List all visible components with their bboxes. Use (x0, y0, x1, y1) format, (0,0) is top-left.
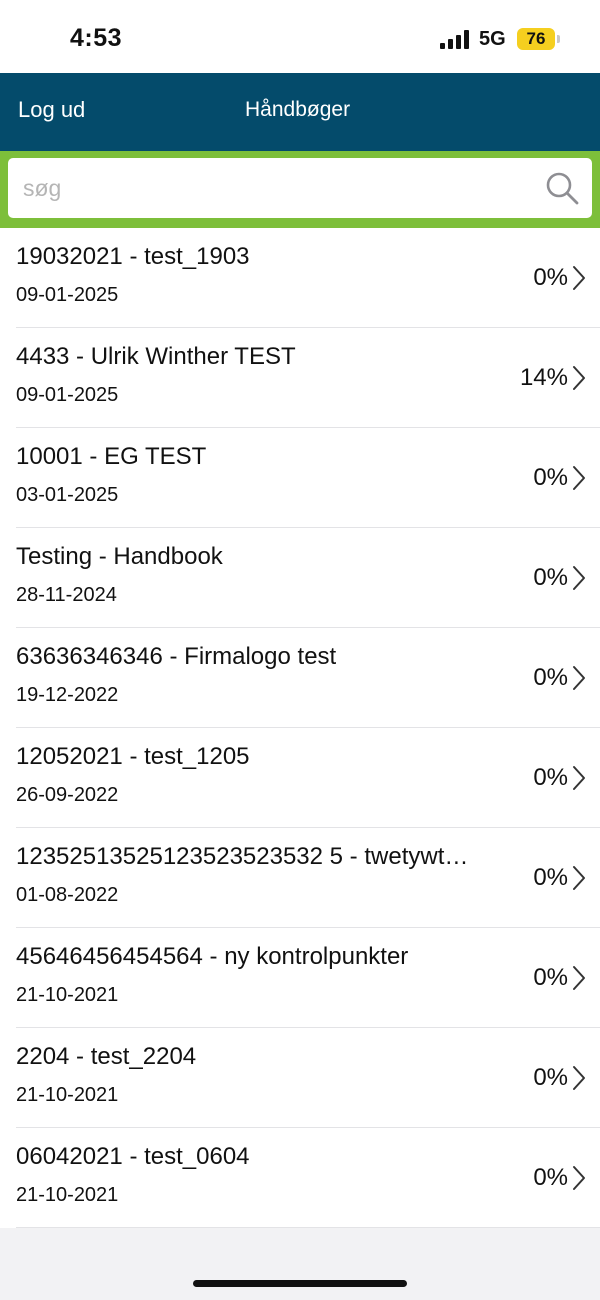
handbook-list-item[interactable]: 2204 - test_2204 21-10-2021 0% (0, 1028, 600, 1128)
chevron-right-icon (573, 466, 585, 490)
search-box (8, 158, 592, 218)
chevron-right-icon (573, 1166, 585, 1190)
handbook-progress: 0% (533, 464, 568, 491)
handbook-title: 10001 - EG TEST (16, 443, 207, 470)
handbook-progress: 0% (533, 1064, 568, 1091)
handbook-list-item[interactable]: 12052021 - test_1205 26-09-2022 0% (0, 728, 600, 828)
network-type-label: 5G (479, 28, 506, 50)
home-indicator[interactable] (193, 1280, 407, 1287)
search-input[interactable] (23, 158, 523, 218)
handbook-list-item[interactable]: Testing - Handbook 28-11-2024 0% (0, 528, 600, 628)
handbook-list-item[interactable]: 4433 - Ulrik Winther TEST 09-01-2025 14% (0, 328, 600, 428)
chevron-right-icon (573, 566, 585, 590)
chevron-right-icon (573, 766, 585, 790)
handbook-title: Testing - Handbook (16, 543, 223, 570)
handbook-date: 28-11-2024 (16, 584, 117, 606)
handbook-title: 4433 - Ulrik Winther TEST (16, 343, 296, 370)
handbook-progress: 0% (533, 664, 568, 691)
handbook-title: 12052021 - test_1205 (16, 743, 250, 770)
handbook-date: 03-01-2025 (16, 484, 119, 506)
status-bar: 4:53 5G 76 (0, 0, 600, 73)
handbook-title: 2204 - test_2204 (16, 1043, 197, 1070)
battery-tip (557, 35, 560, 43)
chevron-right-icon (573, 366, 585, 390)
app-screen: 4:53 5G 76 Log ud Håndbøger 19032021 - t… (0, 0, 600, 1300)
handbook-progress: 0% (533, 964, 568, 991)
chevron-right-icon (573, 1066, 585, 1090)
cellular-signal-icon (440, 30, 469, 49)
status-time: 4:53 (70, 24, 123, 52)
page-title: Håndbøger (245, 98, 351, 121)
handbook-progress: 0% (533, 1164, 568, 1191)
handbook-list-item[interactable]: 19032021 - test_1903 09-01-2025 0% (0, 228, 600, 328)
battery-icon: 76 (517, 28, 555, 50)
handbook-title: 06042021 - test_0604 (16, 1143, 250, 1170)
chevron-right-icon (573, 866, 585, 890)
chevron-right-icon (573, 266, 585, 290)
handbook-date: 21-10-2021 (16, 984, 119, 1006)
handbook-date: 09-01-2025 (16, 384, 119, 406)
chevron-right-icon (573, 666, 585, 690)
handbook-list-item[interactable]: 12352513525123523523532 5 - twetywt… 01-0… (0, 828, 600, 928)
handbook-progress: 0% (533, 564, 568, 591)
search-bar (0, 151, 600, 228)
handbook-date: 19-12-2022 (16, 684, 119, 706)
handbook-date: 01-08-2022 (16, 884, 119, 906)
handbook-list: 19032021 - test_1903 09-01-2025 0% 4433 - U… (0, 228, 600, 1228)
handbook-progress: 0% (533, 264, 568, 291)
handbook-progress: 14% (519, 364, 568, 391)
handbook-title: 45646456454564 - ny kontrolpunkter (16, 943, 409, 970)
handbook-date: 21-10-2021 (16, 1184, 119, 1206)
handbook-date: 09-01-2025 (16, 284, 119, 306)
logout-button[interactable]: Log ud (18, 97, 85, 123)
handbook-list-item[interactable]: 45646456454564 - ny kontrolpunkter 21-10-… (0, 928, 600, 1028)
handbook-title: 63636346346 - Firmalogo test (16, 643, 337, 670)
handbook-list-item[interactable]: 06042021 - test_0604 21-10-2021 0% (0, 1128, 600, 1228)
handbook-list-item[interactable]: 63636346346 - Firmalogo test 19-12-2022 0% (0, 628, 600, 728)
handbook-title: 19032021 - test_1903 (16, 243, 250, 270)
handbook-date: 21-10-2021 (16, 1084, 119, 1106)
handbook-title: 12352513525123523523532 5 - twetywt… (16, 843, 469, 870)
navigation-bar: Log ud Håndbøger (0, 73, 600, 151)
handbook-date: 26-09-2022 (16, 784, 119, 806)
handbook-list-item[interactable]: 10001 - EG TEST 03-01-2025 0% (0, 428, 600, 528)
handbook-progress: 0% (533, 864, 568, 891)
chevron-right-icon (573, 966, 585, 990)
search-icon[interactable] (544, 170, 580, 206)
handbook-progress: 0% (533, 764, 568, 791)
